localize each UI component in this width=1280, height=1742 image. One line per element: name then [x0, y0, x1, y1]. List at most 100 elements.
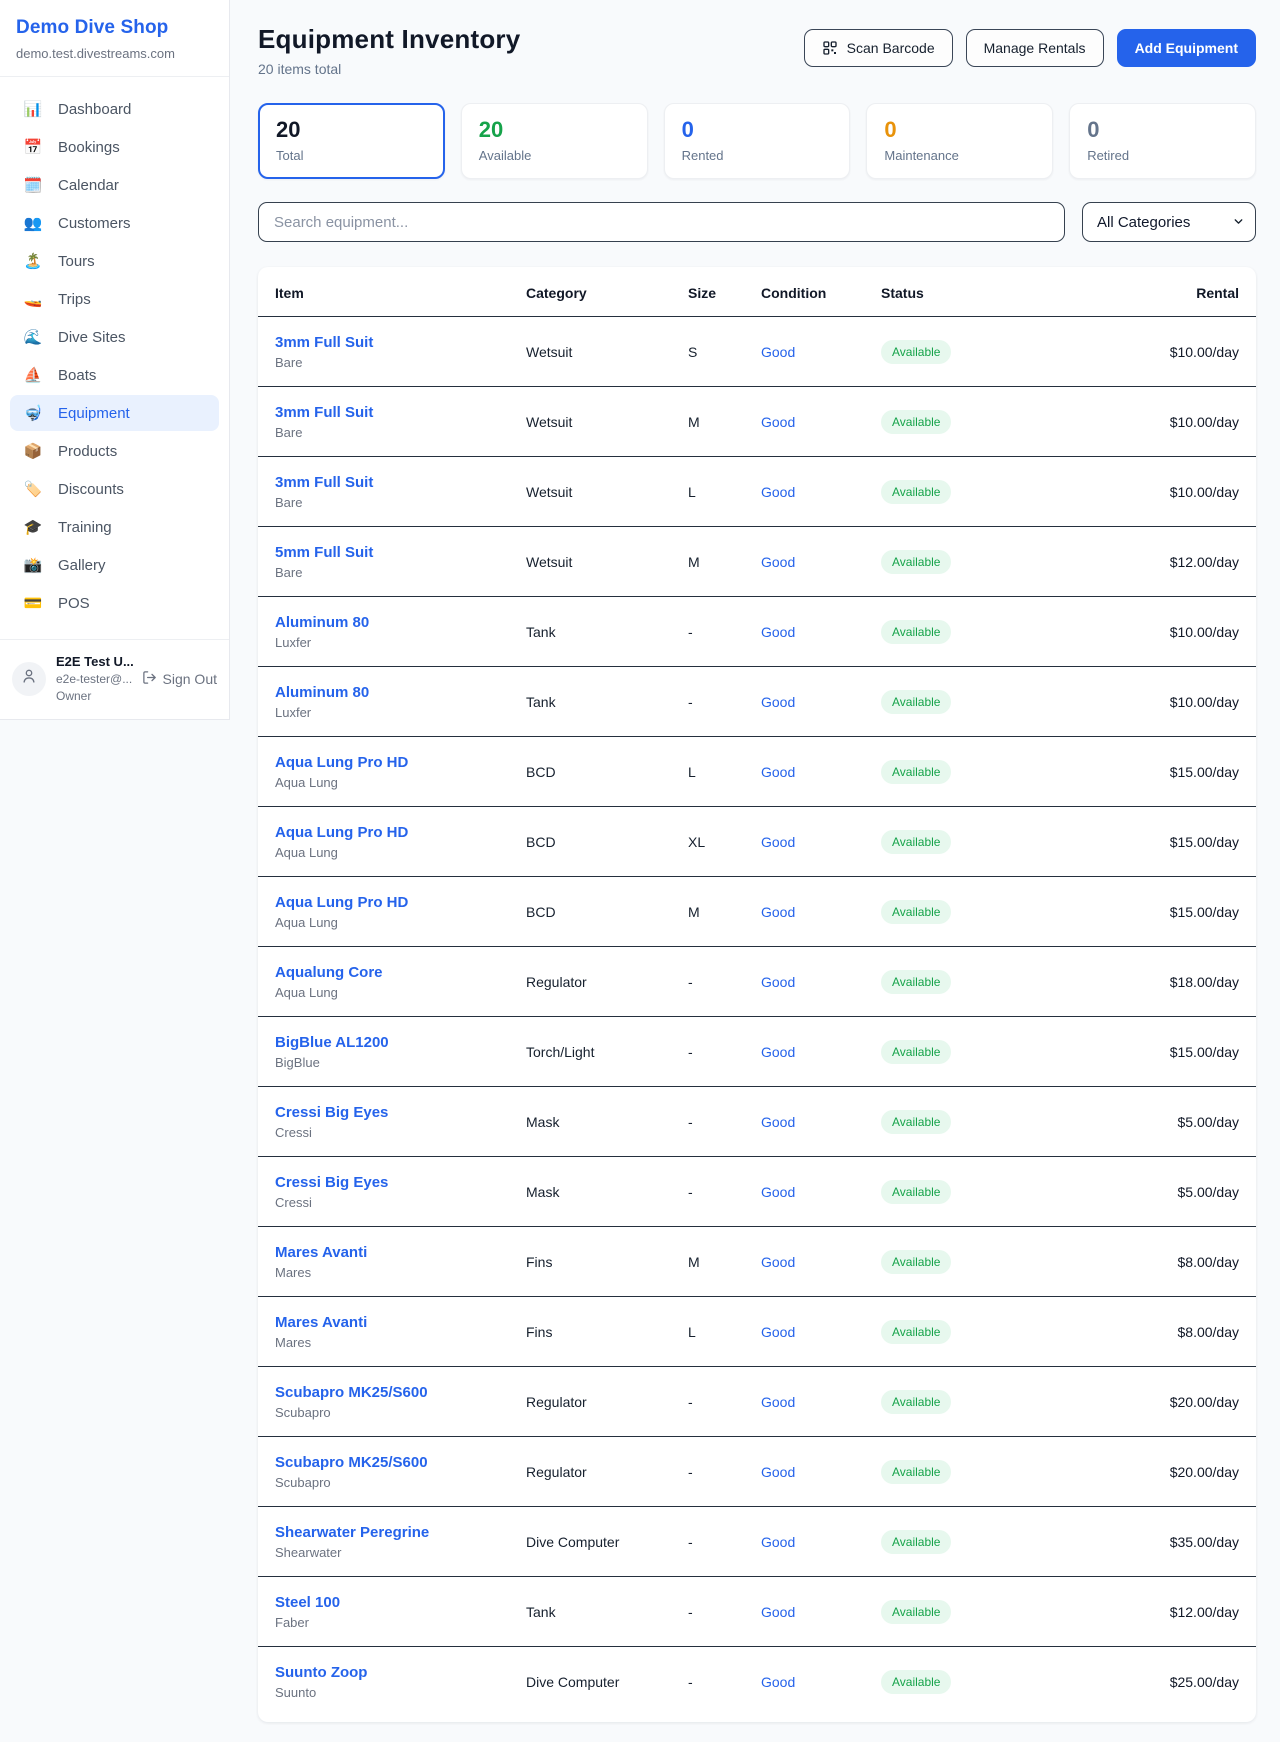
item-category: Wetsuit — [526, 414, 688, 430]
stat-card-available[interactable]: 20 Available — [461, 103, 648, 179]
item-condition-link[interactable]: Good — [761, 624, 881, 640]
sidebar-item-gallery[interactable]: 📸 Gallery — [10, 547, 219, 583]
sidebar-item-products[interactable]: 📦 Products — [10, 433, 219, 469]
item-name-link[interactable]: Steel 100 — [275, 1594, 526, 1611]
item-name-link[interactable]: Cressi Big Eyes — [275, 1104, 526, 1121]
sidebar-item-dive-sites[interactable]: 🌊 Dive Sites — [10, 319, 219, 355]
item-name-link[interactable]: Scubapro MK25/S600 — [275, 1454, 526, 1471]
add-equipment-button[interactable]: Add Equipment — [1117, 29, 1256, 67]
item-name-link[interactable]: Aluminum 80 — [275, 614, 526, 631]
item-category: BCD — [526, 904, 688, 920]
user-info: E2E Test U... e2e-tester@... Owner — [56, 654, 132, 703]
column-header-rental: Rental — [1041, 285, 1239, 301]
item-category: Dive Computer — [526, 1534, 688, 1550]
items-total-count: 20 items total — [258, 61, 520, 77]
stat-card-rented[interactable]: 0 Rented — [664, 103, 851, 179]
item-condition-link[interactable]: Good — [761, 554, 881, 570]
item-condition-link[interactable]: Good — [761, 904, 881, 920]
sidebar-item-boats[interactable]: ⛵ Boats — [10, 357, 219, 393]
item-name-link[interactable]: Aqua Lung Pro HD — [275, 894, 526, 911]
item-name-link[interactable]: Aluminum 80 — [275, 684, 526, 701]
item-name-link[interactable]: Mares Avanti — [275, 1244, 526, 1261]
avatar — [12, 662, 46, 696]
sidebar-item-discounts[interactable]: 🏷️ Discounts — [10, 471, 219, 507]
item-rental-rate: $18.00/day — [1041, 974, 1239, 990]
item-name-link[interactable]: 5mm Full Suit — [275, 544, 526, 561]
item-brand: Bare — [275, 565, 526, 580]
item-category: Tank — [526, 1604, 688, 1620]
item-condition-link[interactable]: Good — [761, 1114, 881, 1130]
item-condition-link[interactable]: Good — [761, 694, 881, 710]
item-category: Regulator — [526, 1394, 688, 1410]
item-condition-link[interactable]: Good — [761, 1184, 881, 1200]
sidebar-item-equipment[interactable]: 🤿 Equipment — [10, 395, 219, 431]
item-name-link[interactable]: Mares Avanti — [275, 1314, 526, 1331]
item-condition-link[interactable]: Good — [761, 1044, 881, 1060]
item-condition-link[interactable]: Good — [761, 1534, 881, 1550]
sidebar-item-training[interactable]: 🎓 Training — [10, 509, 219, 545]
sidebar-item-pos[interactable]: 💳 POS — [10, 585, 219, 621]
boats-icon: ⛵ — [23, 366, 43, 384]
item-condition-link[interactable]: Good — [761, 344, 881, 360]
item-name-link[interactable]: 3mm Full Suit — [275, 334, 526, 351]
table-row: Suunto Zoop Suunto Dive Computer - Good … — [258, 1647, 1256, 1717]
table-row: 5mm Full Suit Bare Wetsuit M Good Availa… — [258, 527, 1256, 597]
item-name-link[interactable]: Scubapro MK25/S600 — [275, 1384, 526, 1401]
sign-out-button[interactable]: Sign Out — [142, 670, 217, 688]
item-name-link[interactable]: Cressi Big Eyes — [275, 1174, 526, 1191]
item-name-link[interactable]: 3mm Full Suit — [275, 474, 526, 491]
item-condition-link[interactable]: Good — [761, 1674, 881, 1690]
stat-card-total[interactable]: 20 Total — [258, 103, 445, 179]
item-condition-link[interactable]: Good — [761, 974, 881, 990]
status-badge: Available — [881, 550, 951, 574]
item-rental-rate: $20.00/day — [1041, 1464, 1239, 1480]
item-name-link[interactable]: BigBlue AL1200 — [275, 1034, 526, 1051]
sidebar-item-calendar[interactable]: 🗓️ Calendar — [10, 167, 219, 203]
item-condition-link[interactable]: Good — [761, 1324, 881, 1340]
item-category: Wetsuit — [526, 484, 688, 500]
item-name-link[interactable]: Aqua Lung Pro HD — [275, 824, 526, 841]
item-name-link[interactable]: 3mm Full Suit — [275, 404, 526, 421]
item-category: Mask — [526, 1114, 688, 1130]
sidebar-item-tours[interactable]: 🏝️ Tours — [10, 243, 219, 279]
table-row: Scubapro MK25/S600 Scubapro Regulator - … — [258, 1437, 1256, 1507]
item-brand: Mares — [275, 1265, 526, 1280]
item-condition-link[interactable]: Good — [761, 1394, 881, 1410]
stat-value: 0 — [884, 117, 1035, 143]
item-name-link[interactable]: Shearwater Peregrine — [275, 1524, 526, 1541]
category-select-wrap: All Categories — [1082, 202, 1256, 242]
item-condition-link[interactable]: Good — [761, 1604, 881, 1620]
sidebar-item-bookings[interactable]: 📅 Bookings — [10, 129, 219, 165]
item-category: Torch/Light — [526, 1044, 688, 1060]
search-input[interactable] — [258, 202, 1065, 242]
item-condition-link[interactable]: Good — [761, 484, 881, 500]
main-content: Equipment Inventory 20 items total Scan … — [258, 0, 1256, 1722]
sidebar-item-customers[interactable]: 👥 Customers — [10, 205, 219, 241]
item-name-link[interactable]: Aqualung Core — [275, 964, 526, 981]
item-rental-rate: $15.00/day — [1041, 834, 1239, 850]
sidebar-item-dashboard[interactable]: 📊 Dashboard — [10, 91, 219, 127]
scan-barcode-button[interactable]: Scan Barcode — [804, 29, 953, 67]
category-select[interactable]: All Categories — [1082, 202, 1256, 242]
stat-card-retired[interactable]: 0 Retired — [1069, 103, 1256, 179]
stat-value: 20 — [479, 117, 630, 143]
item-condition-link[interactable]: Good — [761, 1464, 881, 1480]
sidebar-item-trips[interactable]: 🚤 Trips — [10, 281, 219, 317]
page-header-titles: Equipment Inventory 20 items total — [258, 24, 520, 77]
item-condition-link[interactable]: Good — [761, 1254, 881, 1270]
stat-card-maintenance[interactable]: 0 Maintenance — [866, 103, 1053, 179]
sidebar-item-label: Boats — [58, 367, 96, 384]
status-badge: Available — [881, 830, 951, 854]
item-condition-link[interactable]: Good — [761, 764, 881, 780]
stat-value: 20 — [276, 117, 427, 143]
sidebar-item-label: Dive Sites — [58, 329, 126, 346]
sidebar-item-label: Bookings — [58, 139, 120, 156]
item-condition-link[interactable]: Good — [761, 414, 881, 430]
column-header-condition: Condition — [761, 285, 881, 301]
item-condition-link[interactable]: Good — [761, 834, 881, 850]
status-badge: Available — [881, 1250, 951, 1274]
item-name-link[interactable]: Suunto Zoop — [275, 1664, 526, 1681]
item-name-link[interactable]: Aqua Lung Pro HD — [275, 754, 526, 771]
manage-rentals-button[interactable]: Manage Rentals — [966, 29, 1104, 67]
item-size: - — [688, 624, 761, 640]
